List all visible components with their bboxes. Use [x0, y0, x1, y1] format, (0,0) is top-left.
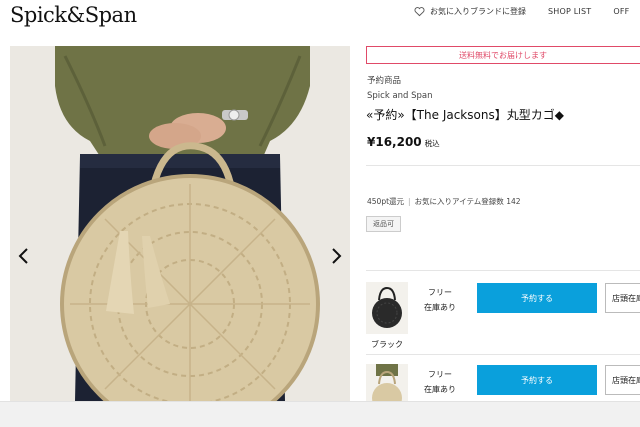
- variant-stock: 在庫あり: [424, 303, 456, 312]
- reserve-button[interactable]: 予約する: [477, 365, 597, 395]
- prev-image-button[interactable]: [16, 246, 32, 266]
- favorite-brand-link[interactable]: お気に入りブランドに登録: [430, 6, 526, 17]
- reserve-button[interactable]: 予約する: [477, 283, 597, 313]
- tax-label: 税込: [424, 139, 440, 148]
- header-nav: お気に入りブランドに登録 SHOP LIST OFF: [414, 4, 629, 18]
- heart-icon[interactable]: [414, 6, 425, 17]
- off-link[interactable]: OFF: [613, 7, 629, 16]
- divider: [366, 270, 640, 271]
- chevron-left-icon: [18, 248, 28, 264]
- next-image-button[interactable]: [328, 246, 344, 266]
- store-stock-button[interactable]: 店頭在庫: [605, 365, 640, 395]
- divider: [366, 165, 640, 166]
- variant-color-label: ブラック: [371, 340, 403, 349]
- variant-size: フリー: [428, 288, 452, 297]
- price-value: ¥16,200: [367, 135, 422, 149]
- product-photo: [10, 46, 350, 401]
- chevron-right-icon: [332, 248, 342, 264]
- product-main-image[interactable]: [10, 46, 350, 401]
- divider: [366, 354, 640, 355]
- returnable-badge: 返品可: [366, 216, 401, 232]
- bottom-bar: [0, 401, 640, 427]
- preorder-label: 予約商品: [367, 76, 402, 86]
- black-bag-thumbnail: [366, 282, 408, 334]
- variant-size: フリー: [428, 370, 452, 379]
- free-shipping-banner: 送料無料でお届けします: [366, 46, 640, 64]
- store-stock-button[interactable]: 店頭在庫: [605, 283, 640, 313]
- shop-list-link[interactable]: SHOP LIST: [548, 7, 591, 16]
- brand-link[interactable]: Spick and Span: [367, 91, 433, 101]
- site-header: Spick&Span お気に入りブランドに登録 SHOP LIST OFF: [0, 0, 640, 36]
- points-and-favorites: 450pt還元 | お気に入りアイテム登録数 142: [367, 196, 521, 207]
- price: ¥16,200 税込: [367, 135, 440, 149]
- variant-stock: 在庫あり: [424, 385, 456, 394]
- favorites-count: お気に入りアイテム登録数 142: [414, 197, 521, 206]
- separator: |: [408, 197, 411, 206]
- variant-thumbnail[interactable]: [366, 282, 408, 334]
- product-title: «予約»【The Jacksons】丸型カゴ◆: [366, 108, 564, 122]
- points-label: 450pt還元: [367, 197, 405, 206]
- brand-logo[interactable]: Spick&Span: [10, 3, 137, 27]
